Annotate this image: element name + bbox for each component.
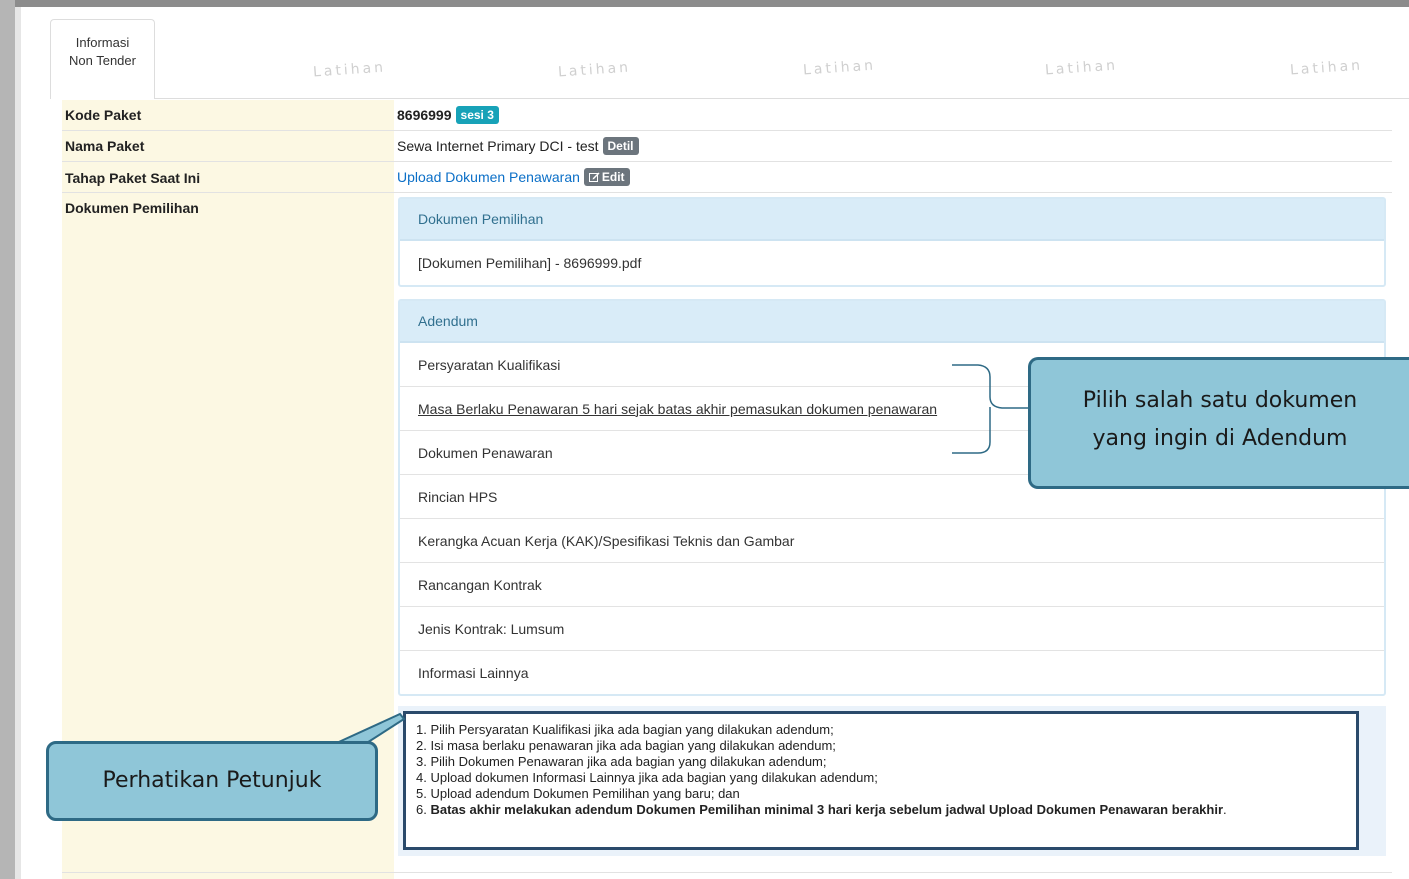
tahap-paket-value-group: Upload Dokumen Penawaran Edit bbox=[397, 168, 630, 186]
adendum-item-label: Dokumen Penawaran bbox=[418, 444, 553, 461]
instruction-item: 2. Isi masa berlaku penawaran jika ada b… bbox=[416, 738, 836, 753]
edit-icon bbox=[588, 172, 600, 182]
watermark: Latihan bbox=[312, 59, 387, 81]
edit-button[interactable]: Edit bbox=[583, 168, 630, 186]
adendum-item-label: Rincian HPS bbox=[418, 488, 498, 505]
instruction-item: 3. Pilih Dokumen Penawaran jika ada bagi… bbox=[416, 754, 827, 769]
adendum-item-informasi-lainnya[interactable]: Informasi Lainnya bbox=[400, 651, 1384, 695]
tahap-paket-link[interactable]: Upload Dokumen Penawaran bbox=[397, 169, 580, 185]
row-divider bbox=[62, 130, 1392, 131]
tahap-paket-label: Tahap Paket Saat Ini bbox=[65, 170, 201, 186]
adendum-item-label: Kerangka Acuan Kerja (KAK)/Spesifikasi T… bbox=[418, 532, 795, 549]
instructions-box: 1. Pilih Persyaratan Kualifikasi jika ad… bbox=[403, 711, 1359, 850]
instruction-item: 1. Pilih Persyaratan Kualifikasi jika ad… bbox=[416, 722, 834, 737]
nama-paket-label: Nama Paket bbox=[65, 138, 145, 154]
sesi-badge: sesi 3 bbox=[455, 106, 499, 124]
kode-paket-value-group: 8696999 sesi 3 bbox=[397, 106, 499, 124]
dokumen-pemilihan-file[interactable]: [Dokumen Pemilihan] - 8696999.pdf bbox=[400, 241, 1384, 285]
nama-paket-value: Sewa Internet Primary DCI - test bbox=[397, 138, 599, 154]
instruction-emphasis: Batas akhir melakukan adendum Dokumen Pe… bbox=[430, 802, 1224, 817]
adendum-callout-line1: Pilih salah satu dokumen bbox=[1082, 388, 1358, 413]
petunjuk-callout: Perhatikan Petunjuk bbox=[46, 741, 378, 821]
adendum-item-label: Persyaratan Kualifikasi bbox=[418, 356, 561, 373]
instruction-item: 6. Batas akhir melakukan adendum Dokumen… bbox=[416, 802, 1346, 818]
dokumen-pemilihan-file-label: [Dokumen Pemilihan] - 8696999.pdf bbox=[418, 255, 642, 271]
watermark: Latihan bbox=[1044, 57, 1119, 79]
nama-paket-value-group: Sewa Internet Primary DCI - test Detil bbox=[397, 137, 639, 155]
kode-paket-value: 8696999 bbox=[397, 107, 452, 123]
dokumen-pemilihan-label: Dokumen Pemilihan bbox=[65, 200, 199, 216]
detil-button[interactable]: Detil bbox=[602, 137, 639, 155]
row-divider bbox=[62, 872, 1392, 873]
adendum-item-label: Masa Berlaku Penawaran 5 hari sejak bata… bbox=[418, 400, 938, 417]
row-divider bbox=[62, 161, 1392, 162]
adendum-panel-title: Adendum bbox=[400, 301, 1384, 343]
adendum-callout: Pilih salah satu dokumen yang ingin di A… bbox=[1028, 357, 1409, 489]
adendum-item-rancangan-kontrak[interactable]: Rancangan Kontrak bbox=[400, 563, 1384, 607]
row-divider bbox=[62, 192, 1392, 193]
adendum-item-kak[interactable]: Kerangka Acuan Kerja (KAK)/Spesifikasi T… bbox=[400, 519, 1384, 563]
watermark: Latihan bbox=[1289, 57, 1364, 79]
adendum-item-jenis-kontrak: Jenis Kontrak: Lumsum bbox=[400, 607, 1384, 651]
dokumen-pemilihan-panel-title: Dokumen Pemilihan bbox=[400, 199, 1384, 241]
adendum-item-label: Rancangan Kontrak bbox=[418, 576, 542, 593]
window-frame-top bbox=[0, 0, 1409, 7]
tab-label-line1: Informasi bbox=[75, 35, 130, 50]
adendum-callout-line2: yang ingin di Adendum bbox=[1092, 426, 1348, 451]
instruction-item: 4. Upload dokumen Informasi Lainnya jika… bbox=[416, 770, 878, 785]
instruction-item: 5. Upload adendum Dokumen Pemilihan yang… bbox=[416, 786, 740, 801]
watermark: Latihan bbox=[557, 59, 632, 81]
edit-button-label: Edit bbox=[601, 170, 625, 184]
instruction-prefix: 6. bbox=[416, 802, 431, 817]
tab-label-line2: Non Tender bbox=[69, 53, 136, 68]
adendum-item-label: Informasi Lainnya bbox=[418, 665, 529, 681]
window-frame-left bbox=[0, 0, 15, 879]
adendum-item-label: Jenis Kontrak: Lumsum bbox=[418, 620, 565, 637]
watermark: Latihan bbox=[802, 57, 877, 79]
window-frame-left-inner bbox=[15, 7, 21, 879]
tab-informasi-non-tender[interactable]: Informasi Non Tender bbox=[50, 19, 155, 99]
instruction-suffix: . bbox=[1223, 802, 1227, 817]
tab-divider bbox=[155, 98, 1409, 99]
kode-paket-label: Kode Paket bbox=[65, 107, 142, 123]
dokumen-pemilihan-panel: Dokumen Pemilihan [Dokumen Pemilihan] - … bbox=[398, 197, 1386, 287]
